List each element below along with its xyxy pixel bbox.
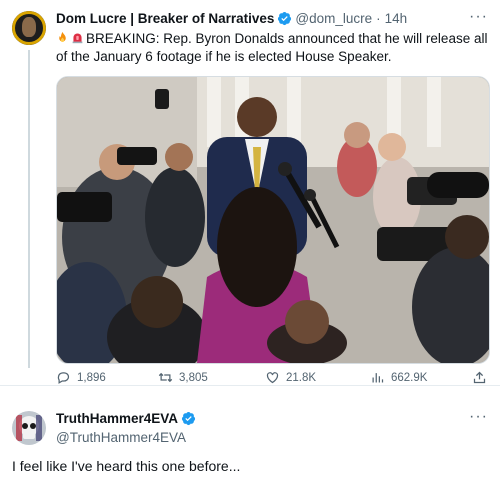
- fire-emoji-icon: [59, 31, 66, 42]
- views-chart-icon: [372, 373, 384, 383]
- tweet-time[interactable]: 14h: [385, 11, 408, 26]
- press-scrum-photo: [57, 77, 489, 363]
- retweet-icon: [158, 372, 173, 383]
- siren-emoji-icon: [72, 33, 83, 44]
- retweet-button[interactable]: 3,805: [158, 370, 208, 385]
- reply-tweet[interactable]: TruthHammer4EVA ··· @TruthHammer4EVA I f…: [0, 392, 500, 479]
- tweet-photo[interactable]: [56, 76, 490, 364]
- author-avatar[interactable]: [12, 11, 46, 45]
- reply-count: 1,896: [77, 371, 106, 384]
- thread-line: [28, 50, 30, 368]
- reply-author-name[interactable]: TruthHammer4EVA: [56, 411, 178, 426]
- views-button[interactable]: 662.9K: [370, 370, 427, 385]
- more-options-icon[interactable]: ···: [469, 8, 488, 26]
- avatar-ring: [12, 11, 46, 45]
- reply-button[interactable]: 1,896: [56, 370, 106, 385]
- retweet-count: 3,805: [179, 371, 208, 384]
- verified-badge-icon: [278, 11, 292, 26]
- reply-more-options-icon[interactable]: ···: [469, 408, 488, 426]
- views-count: 662.9K: [391, 371, 428, 384]
- share-icon: [473, 371, 486, 384]
- reply-text: I feel like I've heard this one before..…: [12, 458, 241, 474]
- verified-badge-icon: [181, 411, 196, 426]
- tweet-header: Dom Lucre | Breaker of Narratives @dom_l…: [56, 11, 407, 26]
- heart-icon: [266, 372, 279, 384]
- tweet-actions: 1,896 3,805 21.8K 662.9K: [56, 370, 488, 390]
- reply-author-avatar[interactable]: [12, 411, 46, 445]
- reply-author-handle[interactable]: @TruthHammer4EVA: [56, 430, 186, 445]
- tweet[interactable]: Dom Lucre | Breaker of Narratives @dom_l…: [0, 0, 500, 386]
- skull-avatar-icon: [12, 411, 46, 445]
- author-name[interactable]: Dom Lucre | Breaker of Narratives: [56, 11, 274, 26]
- share-button[interactable]: [472, 370, 493, 385]
- tweet-text: BREAKING: Rep. Byron Donalds announced t…: [56, 30, 488, 66]
- tweet-body-text: BREAKING: Rep. Byron Donalds announced t…: [56, 31, 488, 64]
- reply-header: TruthHammer4EVA: [56, 411, 199, 426]
- separator-dot: ·: [376, 11, 381, 26]
- reply-icon: [57, 372, 70, 384]
- like-count: 21.8K: [286, 371, 317, 384]
- author-handle[interactable]: @dom_lucre: [295, 11, 372, 26]
- like-button[interactable]: 21.8K: [265, 370, 316, 385]
